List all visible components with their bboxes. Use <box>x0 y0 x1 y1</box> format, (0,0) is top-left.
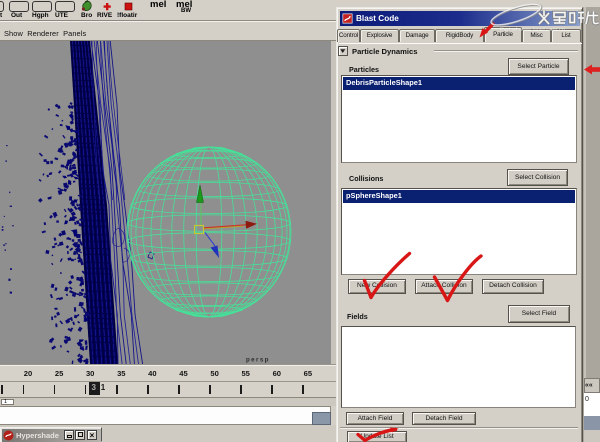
svg-text:Part of www.hxsd.com.cn: Part of www.hxsd.com.cn <box>500 27 565 33</box>
